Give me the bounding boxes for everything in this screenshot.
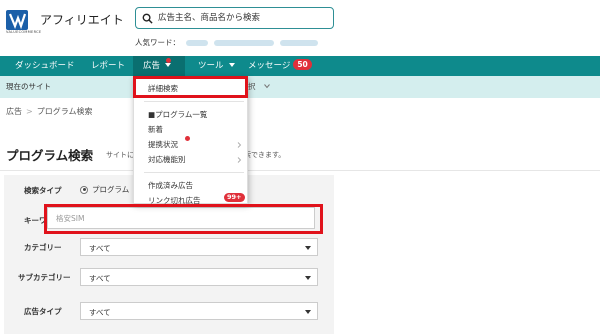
category-value: すべて [89,244,111,253]
valuecommerce-logo-icon[interactable] [6,10,28,30]
category-select[interactable]: すべて [80,238,318,256]
app-title: アフィリエイト [40,13,124,27]
highlight-box [44,204,323,234]
subcategory-value: すべて [89,274,111,283]
nav-tools-label: ツール [198,61,224,71]
logo-subtext: VALUECOMMERCE [6,30,42,34]
nav-tools[interactable]: ツール [195,56,238,76]
caret-down-icon [305,310,311,314]
nav-dashboard-label: ダッシュボード [15,61,75,71]
divider [144,101,244,102]
caret-down-icon [305,246,311,250]
menu-item-created-ads[interactable]: 作成済み広告 [148,180,193,191]
highlight-box [133,76,248,98]
menu-item-partnership-status[interactable]: 提携状況 [148,139,178,150]
notification-dot [166,58,171,63]
main-nav: ダッシュボード レポート 広告 ツール メッセージ 50 [0,56,600,76]
search-type-label: 検索タイプ [24,186,62,195]
page-title: プログラム検索 [6,148,94,163]
menu-item-by-feature[interactable]: 対応機能別 [148,154,186,165]
category-label: カテゴリー [24,243,62,252]
breadcrumb-root[interactable]: 広告 [6,107,22,116]
ad-type-label: 広告タイプ [24,307,62,316]
current-site-label: 現在のサイト [6,82,51,91]
popular-words: 人気ワード： [135,37,318,48]
caret-down-icon [165,63,172,67]
caret-down-icon [305,276,311,280]
nav-messages-label: メッセージ [248,61,291,71]
search-type-radio[interactable]: プログラム [80,184,129,195]
notification-dot [185,136,190,141]
popular-label: 人気ワード： [135,38,180,47]
broken-link-count-badge: 99+ [224,193,245,202]
ad-type-value: すべて [89,308,111,317]
subcategory-label: サブカテゴリー [18,273,71,282]
radio-selected-icon[interactable] [80,185,88,194]
chevron-right-icon [237,157,242,163]
popular-word-link[interactable] [280,39,318,46]
popular-word-link[interactable] [186,39,208,46]
caret-down-icon [228,63,235,67]
ad-type-select[interactable]: すべて [80,302,318,320]
search-input[interactable] [158,11,328,25]
divider [144,172,244,173]
subcategory-select[interactable]: すべて [80,268,318,286]
nav-report[interactable]: レポート [88,56,128,76]
page-description: サイトに [106,151,134,159]
header: VALUECOMMERCE アフィリエイト 人気ワード： [0,0,600,56]
popular-word-link[interactable] [214,39,274,46]
menu-item-new[interactable]: 新着 [148,124,163,135]
message-count-badge: 50 [293,59,312,70]
page-description-tail: 索できます。 [244,151,286,159]
search-icon[interactable] [142,13,153,24]
nav-dashboard[interactable]: ダッシュボード [12,56,78,76]
nav-report-label: レポート [91,61,126,71]
nav-messages[interactable]: メッセージ 50 [245,56,315,76]
current-site-bar: 現在のサイト 択 [0,76,600,98]
menu-item-program-list[interactable]: ■プログラム一覧 [148,109,207,120]
chevron-right-icon [237,142,242,148]
nav-ads-label: 広告 [143,61,161,71]
breadcrumb-current: プログラム検索 [36,107,93,116]
divider [0,170,600,171]
search-box[interactable] [135,7,334,29]
search-type-value: プログラム [92,185,130,194]
chevron-down-icon[interactable] [264,83,270,89]
nav-ads[interactable]: 広告 [133,56,185,76]
breadcrumb: 広告 > プログラム検索 [6,106,92,117]
breadcrumb-separator: > [26,107,33,116]
site-select-text[interactable]: 択 [248,81,256,92]
